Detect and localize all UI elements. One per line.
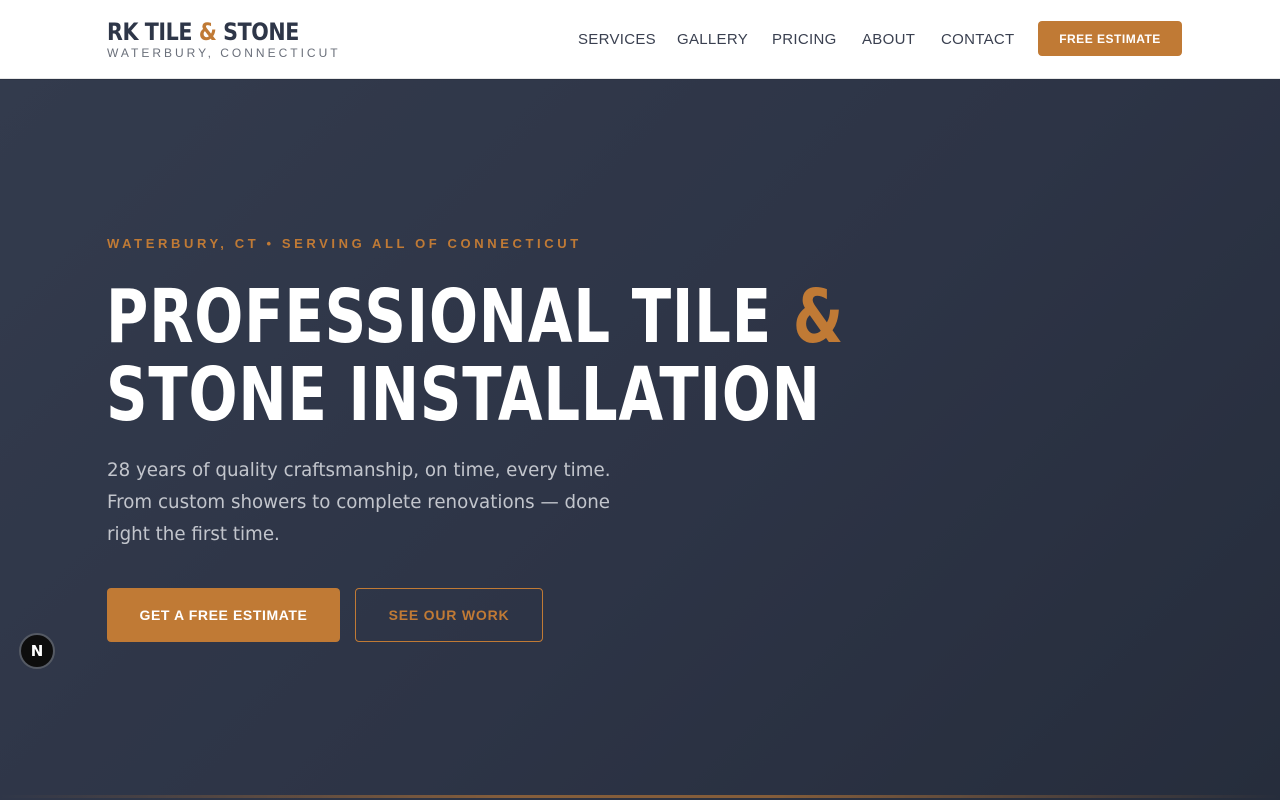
hero-eyebrow: WATERBURY, CT • SERVING ALL OF CONNECTIC… [107, 236, 582, 251]
headline-line1: PROFESSIONAL TILE [106, 274, 793, 360]
logo-ampersand: & [198, 18, 217, 46]
hero-bottom-divider [0, 795, 1280, 798]
headline-ampersand: & [792, 274, 844, 360]
nav-link-pricing[interactable]: PRICING [772, 31, 837, 48]
nav-link-gallery[interactable]: GALLERY [677, 31, 748, 48]
hero-section: WATERBURY, CT • SERVING ALL OF CONNECTIC… [0, 80, 1280, 800]
logo-wordmark: RK TILE & STONE [107, 17, 308, 47]
logo-tagline: WATERBURY, CONNECTICUT [107, 46, 341, 60]
get-free-estimate-button[interactable]: GET A FREE ESTIMATE [107, 588, 340, 642]
nextjs-icon[interactable]: N [19, 633, 55, 669]
hero-description: 28 years of quality craftsmanship, on ti… [107, 459, 611, 545]
logo-name-part1: RK TILE [107, 18, 199, 46]
free-estimate-button[interactable]: FREE ESTIMATE [1038, 21, 1182, 56]
nav-link-contact[interactable]: CONTACT [941, 31, 1014, 48]
nav-link-services[interactable]: SERVICES [578, 31, 656, 48]
see-our-work-button[interactable]: SEE OUR WORK [355, 588, 543, 642]
nav-link-about[interactable]: ABOUT [862, 31, 915, 48]
headline-line2: STONE INSTALLATION [106, 352, 821, 438]
logo-name-part2: STONE [216, 18, 299, 46]
site-header: RK TILE & STONE WATERBURY, CONNECTICUT S… [0, 0, 1280, 79]
hero-headline: PROFESSIONAL TILE & STONE INSTALLATION [106, 278, 844, 434]
logo[interactable]: RK TILE & STONE WATERBURY, CONNECTICUT [107, 17, 341, 60]
